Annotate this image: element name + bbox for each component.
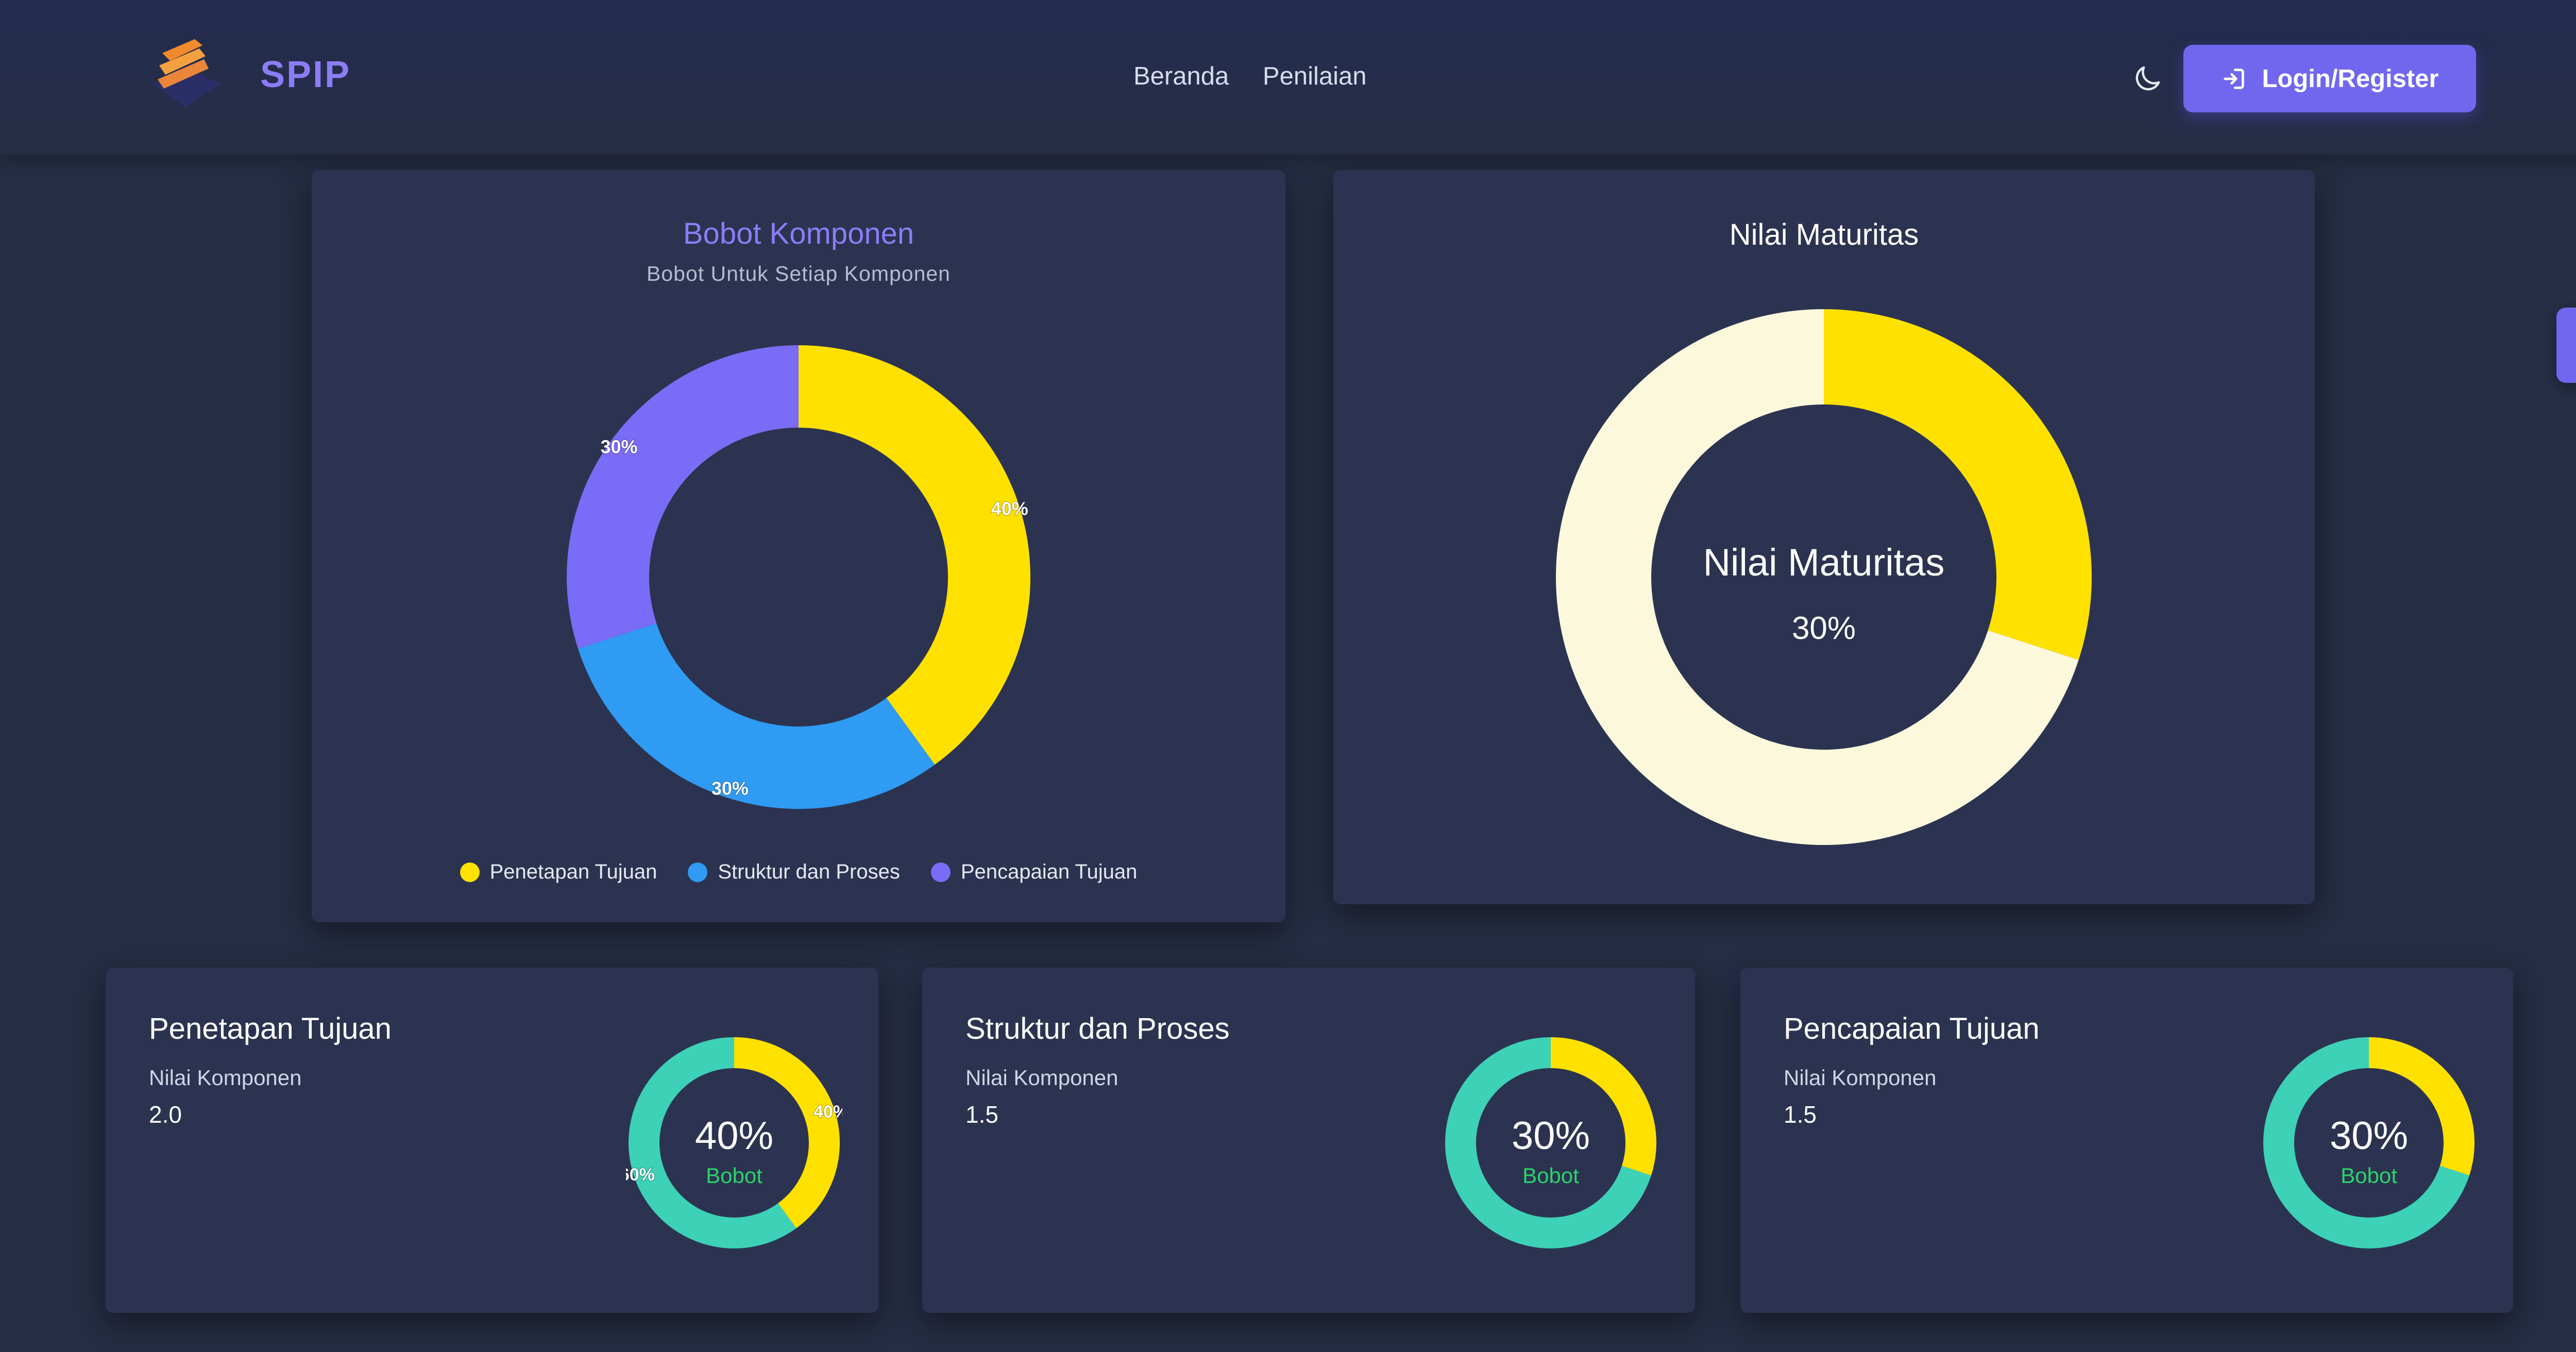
login-arrow-icon: [2224, 68, 2245, 89]
component-value-label: Nilai Komponen: [965, 1066, 1118, 1090]
component-donut-chart: 40% Bobot 40% 60%: [626, 1037, 842, 1248]
bobot-slice-label-1: 40%: [991, 498, 1028, 519]
donut-center-label: Bobot: [1522, 1163, 1579, 1188]
legend-item-struktur[interactable]: Struktur dan Proses: [688, 860, 900, 884]
component-donut-chart: 30% Bobot: [1445, 1037, 1656, 1248]
login-register-button[interactable]: Login/Register: [2183, 45, 2476, 112]
component-card-struktur: Struktur dan Proses Nilai Komponen 1.5 3…: [922, 968, 1695, 1313]
donut-center-percent: 30%: [2330, 1114, 2408, 1158]
nilai-maturitas-card: Nilai Maturitas Nilai Maturitas 30%: [1333, 170, 2315, 904]
maturitas-center-label: Nilai Maturitas: [1703, 541, 1945, 584]
nav-link-beranda[interactable]: Beranda: [1133, 62, 1229, 90]
main-nav: Beranda Penilaian: [1133, 62, 1394, 91]
component-title: Struktur dan Proses: [965, 1012, 1230, 1045]
component-value: 1.5: [1784, 1101, 1817, 1128]
bobot-komponen-title: Bobot Komponen: [683, 217, 914, 250]
component-1-slice-label-1: 40%: [814, 1102, 842, 1122]
settings-button[interactable]: [2556, 308, 2576, 383]
bobot-slice-1[interactable]: [799, 345, 1030, 765]
legend-label: Struktur dan Proses: [718, 860, 900, 883]
legend-dot: [460, 862, 480, 882]
bobot-slice-label-3: 30%: [600, 436, 637, 457]
bobot-donut-chart: 40% 30% 30%: [567, 345, 1030, 809]
component-title: Penetapan Tujuan: [149, 1012, 392, 1045]
bobot-komponen-card: Bobot Komponen Bobot Untuk Setiap Kompon…: [312, 170, 1285, 922]
donut-center-label: Bobot: [706, 1163, 762, 1188]
legend-label: Pencapaian Tujuan: [960, 860, 1138, 883]
spip-logo-icon[interactable]: [155, 36, 232, 113]
component-value-label: Nilai Komponen: [149, 1066, 302, 1090]
component-value: 1.5: [965, 1101, 998, 1128]
bobot-slice-3[interactable]: [567, 345, 799, 649]
component-title: Pencapaian Tujuan: [1784, 1012, 2040, 1045]
bobot-slice-2[interactable]: [578, 623, 935, 809]
component-value: 2.0: [149, 1101, 182, 1128]
nav-link-penilaian[interactable]: Penilaian: [1263, 62, 1367, 90]
legend-dot: [930, 862, 951, 882]
bobot-slice-label-2: 30%: [711, 778, 749, 799]
bobot-legend: Penetapan Tujuan Struktur dan Proses Pen…: [312, 860, 1285, 884]
maturitas-center-value: 30%: [1792, 611, 1856, 646]
component-value-label: Nilai Komponen: [1784, 1066, 1937, 1090]
bobot-komponen-subtitle: Bobot Untuk Setiap Komponen: [647, 262, 951, 285]
brand-name[interactable]: SPIP: [260, 54, 351, 96]
login-register-label: Login/Register: [2262, 64, 2439, 93]
component-1-slice-label-2: 60%: [626, 1165, 655, 1185]
component-donut-chart: 30% Bobot: [2263, 1037, 2475, 1248]
legend-label: Penetapan Tujuan: [489, 860, 657, 883]
legend-item-penetapan[interactable]: Penetapan Tujuan: [460, 860, 657, 884]
legend-item-pencapaian[interactable]: Pencapaian Tujuan: [930, 860, 1138, 884]
moon-icon[interactable]: [2130, 62, 2164, 96]
top-navbar: SPIP Beranda Penilaian Login/Register: [0, 0, 2576, 155]
donut-center-label: Bobot: [2341, 1163, 2397, 1188]
legend-dot: [688, 862, 708, 882]
maturitas-donut-chart: Nilai Maturitas 30%: [1556, 309, 2092, 845]
component-card-penetapan: Penetapan Tujuan Nilai Komponen 2.0 40% …: [106, 968, 878, 1313]
nilai-maturitas-title: Nilai Maturitas: [1729, 218, 1919, 251]
component-card-pencapaian: Pencapaian Tujuan Nilai Komponen 1.5 30%…: [1740, 968, 2513, 1313]
donut-center-percent: 40%: [695, 1114, 773, 1158]
maturitas-slice-1[interactable]: [1824, 309, 2092, 660]
donut-center-percent: 30%: [1512, 1114, 1590, 1158]
